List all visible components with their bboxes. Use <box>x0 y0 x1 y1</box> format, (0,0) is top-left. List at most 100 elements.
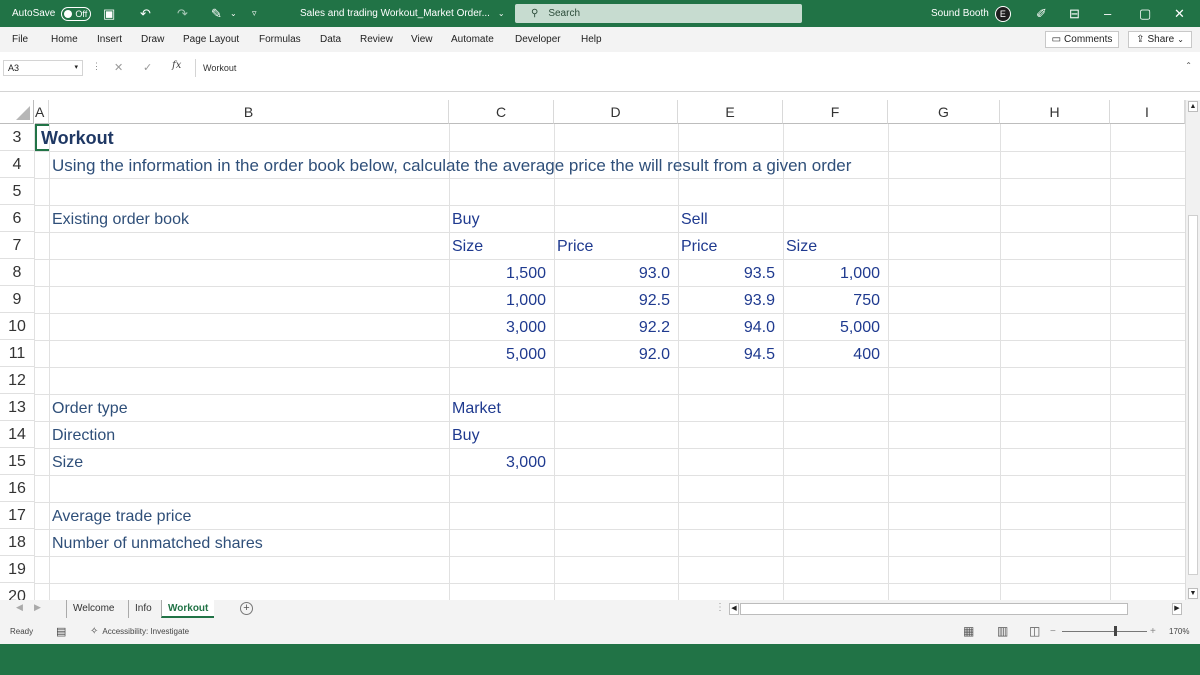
search-box[interactable]: ⚲ Search <box>515 4 802 23</box>
row-header-16[interactable]: 16 <box>0 475 34 502</box>
tab-insert[interactable]: Insert <box>97 27 122 52</box>
row-header-9[interactable]: 9 <box>0 286 34 313</box>
autosave-toggle[interactable]: Off <box>61 6 92 21</box>
column-header-f[interactable]: F <box>783 100 888 124</box>
scroll-thumb[interactable] <box>1188 215 1198 575</box>
scroll-right-icon[interactable]: ▶ <box>1172 603 1182 615</box>
sheet-tab-info[interactable]: Info <box>128 600 158 618</box>
row-header-4[interactable]: 4 <box>0 151 34 178</box>
tab-automate[interactable]: Automate <box>451 27 494 52</box>
collapse-formula-bar-icon[interactable]: ⌃ <box>1185 61 1192 70</box>
cell-f8[interactable]: 1,000 <box>783 260 880 287</box>
cell-c11[interactable]: 5,000 <box>449 341 546 368</box>
column-header-h[interactable]: H <box>1000 100 1110 124</box>
redo-icon[interactable]: ↷ <box>177 0 188 27</box>
row-header-19[interactable]: 19 <box>0 556 34 583</box>
chevron-down-icon[interactable]: ⌄ <box>230 0 237 27</box>
tab-split-handle[interactable]: ⋮ <box>715 602 725 613</box>
cell-b15-size[interactable]: Size <box>52 449 83 476</box>
zoom-slider[interactable] <box>1062 618 1147 644</box>
chevron-down-icon[interactable]: ▾ <box>74 61 78 75</box>
zoom-in-icon[interactable]: + <box>1150 618 1156 644</box>
autosave[interactable]: AutoSave Off <box>12 0 92 27</box>
cell-a3-title[interactable]: Workout <box>41 125 114 152</box>
scroll-up-icon[interactable]: ▲ <box>1188 101 1198 112</box>
account[interactable]: Sound Booth E <box>931 0 1011 27</box>
cell-b18-unmatched-shares[interactable]: Number of unmatched shares <box>52 530 263 557</box>
comments-button[interactable]: ▭ Comments <box>1045 31 1119 48</box>
cell-b13-order-type[interactable]: Order type <box>52 395 128 422</box>
zoom-out-icon[interactable]: − <box>1050 618 1056 644</box>
row-header-5[interactable]: 5 <box>0 178 34 205</box>
enter-icon[interactable]: ✓ <box>143 61 152 74</box>
column-header-a[interactable]: A <box>35 100 49 124</box>
cell-c7-size[interactable]: Size <box>452 233 483 260</box>
row-header-11[interactable]: 11 <box>0 340 34 367</box>
row-header-13[interactable]: 13 <box>0 394 34 421</box>
row-header-15[interactable]: 15 <box>0 448 34 475</box>
undo-icon[interactable]: ↶ <box>140 0 151 27</box>
column-header-i[interactable]: I <box>1110 100 1185 124</box>
sheet-tab-welcome[interactable]: Welcome <box>66 600 121 618</box>
cell-d10[interactable]: 92.2 <box>554 314 670 341</box>
pen-icon[interactable]: ✐ <box>1036 0 1047 27</box>
save-icon[interactable]: ▣ <box>103 0 115 27</box>
tab-page-layout[interactable]: Page Layout <box>183 27 239 52</box>
name-box[interactable]: A3 ▾ <box>3 60 83 76</box>
insert-function-icon[interactable]: fx <box>172 60 181 71</box>
cell-e9[interactable]: 93.9 <box>678 287 775 314</box>
zoom-level[interactable]: 170% <box>1169 618 1189 644</box>
tab-draw[interactable]: Draw <box>141 27 164 52</box>
column-header-g[interactable]: G <box>888 100 1000 124</box>
cell-c10[interactable]: 3,000 <box>449 314 546 341</box>
cell-f7-size[interactable]: Size <box>786 233 817 260</box>
add-sheet-icon[interactable]: + <box>240 602 253 615</box>
cell-e6-sell[interactable]: Sell <box>681 206 708 233</box>
row-header-10[interactable]: 10 <box>0 313 34 340</box>
column-header-d[interactable]: D <box>554 100 678 124</box>
tab-help[interactable]: Help <box>581 27 602 52</box>
cell-e10[interactable]: 94.0 <box>678 314 775 341</box>
cell-d9[interactable]: 92.5 <box>554 287 670 314</box>
format-painter-icon[interactable]: ✎ <box>211 0 222 27</box>
select-all-corner[interactable] <box>0 100 34 124</box>
row-header-6[interactable]: 6 <box>0 205 34 232</box>
customize-toolbar-icon[interactable]: ▿ <box>252 0 257 27</box>
tab-review[interactable]: Review <box>360 27 393 52</box>
cell-f10[interactable]: 5,000 <box>783 314 880 341</box>
cell-b14-direction[interactable]: Direction <box>52 422 115 449</box>
cell-c14-direction-value[interactable]: Buy <box>452 422 480 449</box>
cell-e11[interactable]: 94.5 <box>678 341 775 368</box>
macro-record-icon[interactable]: ▤ <box>56 618 66 644</box>
row-header-20[interactable]: 20 <box>0 583 34 600</box>
cell-d11[interactable]: 92.0 <box>554 341 670 368</box>
cell-f11[interactable]: 400 <box>783 341 880 368</box>
row-header-12[interactable]: 12 <box>0 367 34 394</box>
row-header-14[interactable]: 14 <box>0 421 34 448</box>
column-header-e[interactable]: E <box>678 100 783 124</box>
minimize-icon[interactable]: – <box>1104 0 1111 27</box>
scroll-down-icon[interactable]: ▼ <box>1188 588 1198 599</box>
cell-e8[interactable]: 93.5 <box>678 260 775 287</box>
cell-b17-average-trade-price[interactable]: Average trade price <box>52 503 191 530</box>
tab-home[interactable]: Home <box>51 27 78 52</box>
accessibility-checker[interactable]: ✧ Accessibility: Investigate <box>90 618 189 644</box>
tab-data[interactable]: Data <box>320 27 341 52</box>
zoom-slider-knob[interactable] <box>1114 625 1117 636</box>
cell-c8[interactable]: 1,500 <box>449 260 546 287</box>
tab-formulas[interactable]: Formulas <box>259 27 301 52</box>
cell-c13-order-type-value[interactable]: Market <box>452 395 501 422</box>
row-header-18[interactable]: 18 <box>0 529 34 556</box>
previous-sheet-icon[interactable]: ◀ <box>16 602 23 613</box>
row-header-3[interactable]: 3 <box>0 124 34 151</box>
document-title[interactable]: Sales and trading Workout_Market Order..… <box>300 0 505 27</box>
close-icon[interactable]: ✕ <box>1174 0 1185 27</box>
column-header-c[interactable]: C <box>449 100 554 124</box>
row-header-17[interactable]: 17 <box>0 502 34 529</box>
tab-file[interactable]: File <box>12 27 28 52</box>
page-layout-view-icon[interactable]: ▥ <box>997 618 1008 644</box>
sheet-tab-workout[interactable]: Workout <box>161 600 215 618</box>
ribbon-display-icon[interactable]: ⊟ <box>1069 0 1080 27</box>
cell-e7-price[interactable]: Price <box>681 233 717 260</box>
page-break-view-icon[interactable]: ◫ <box>1029 618 1040 644</box>
